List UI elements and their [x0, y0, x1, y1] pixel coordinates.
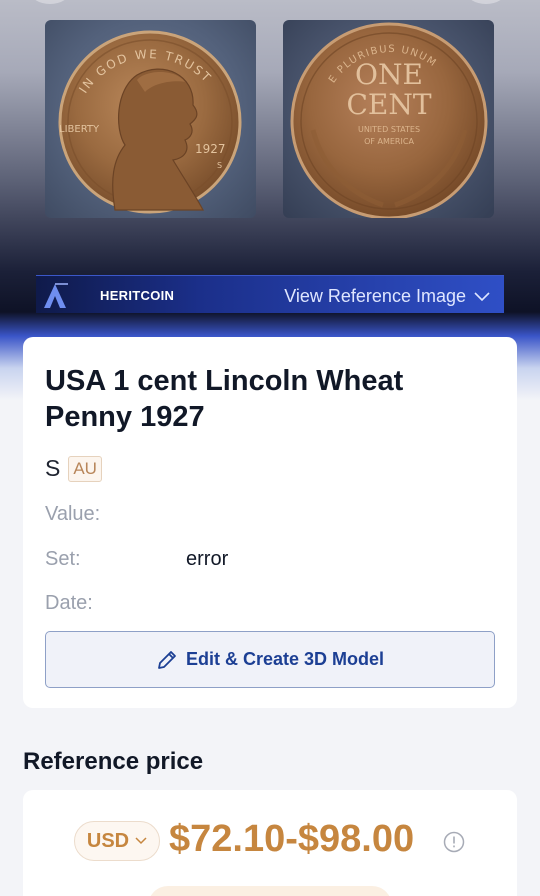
date-label: Date:	[45, 592, 93, 614]
mint-mark: S	[45, 455, 61, 481]
heritcoin-logo	[44, 283, 68, 308]
edit-create-3d-model-button[interactable]: Edit & Create 3D Model	[45, 631, 495, 688]
reference-banner[interactable]: HERITCOIN View Reference Image	[36, 275, 504, 313]
reverse-country-1: UNITED STATES	[358, 125, 420, 134]
set-label: Set:	[45, 548, 81, 570]
coin-detail-card: USA 1 cent Lincoln Wheat Penny 1927 S AU…	[23, 337, 517, 708]
coin-reverse-image[interactable]: E PLURIBUS UNUM ONE CENT UNITED STATES O…	[283, 20, 494, 218]
grade-badge: AU	[68, 455, 102, 482]
obverse-mint-mark: S	[217, 161, 222, 170]
more-button[interactable]	[466, 0, 506, 4]
currency-select[interactable]: USD	[74, 821, 160, 861]
pencil-icon	[158, 650, 176, 669]
chevron-down-icon	[474, 291, 490, 301]
price-range: $72.10-$98.00	[169, 818, 415, 860]
edit-button-label: Edit & Create 3D Model	[185, 649, 385, 669]
coin-title: USA 1 cent Lincoln Wheat Penny 1927	[45, 365, 404, 433]
reverse-one: ONE	[355, 58, 423, 91]
price-card: USD $72.10-$98.00	[23, 790, 517, 896]
view-reference-image-button[interactable]: View Reference Image	[284, 286, 490, 307]
reverse-cent: CENT	[346, 88, 431, 121]
back-button[interactable]	[30, 0, 70, 4]
obverse-liberty: LIBERTY	[59, 124, 100, 135]
set-value: error	[186, 548, 229, 570]
view-reference-label: View Reference Image	[284, 286, 466, 306]
currency-label: USD	[86, 829, 130, 852]
mint-grade-row: S AU	[45, 455, 102, 482]
value-label: Value:	[45, 503, 101, 525]
reverse-country-2: OF AMERICA	[364, 137, 414, 146]
chevron-down-icon	[135, 837, 147, 845]
info-icon[interactable]	[443, 831, 465, 853]
coin-obverse-image[interactable]: IN GOD WE TRUST LIBERTY 1927 S	[45, 20, 256, 218]
brand-name: HERITCOIN	[100, 288, 175, 303]
reference-price-heading: Reference price	[23, 748, 204, 775]
price-action-button[interactable]	[148, 886, 392, 896]
obverse-year: 1927	[195, 142, 226, 156]
